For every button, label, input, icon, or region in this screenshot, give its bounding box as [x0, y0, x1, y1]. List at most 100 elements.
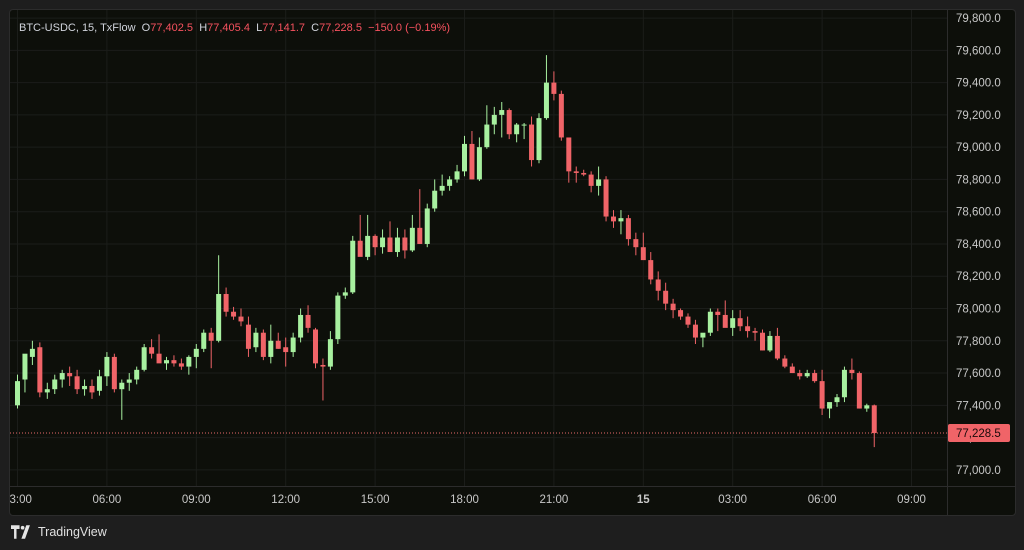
candle-body [566, 137, 572, 172]
candle-body [715, 311, 721, 315]
candle-body [804, 373, 810, 377]
candle-body [611, 216, 616, 222]
y-tick-label: 79,200.0 [956, 110, 1001, 122]
candle-body [223, 293, 229, 312]
candle-body [350, 240, 356, 293]
candle-body [432, 190, 438, 209]
x-tick-label: 15:00 [361, 494, 390, 506]
candle-body [29, 348, 35, 357]
candle-body [44, 389, 50, 393]
candle-body [327, 339, 333, 367]
y-tick-label: 78,000.0 [956, 304, 1001, 316]
x-tick-label: 09:00 [897, 494, 926, 506]
candle-body [37, 347, 43, 393]
candle-body [558, 93, 564, 138]
candle-body [447, 179, 453, 186]
chart-frame: 77,000.077,200.077,400.077,600.077,800.0… [9, 9, 1016, 516]
candle-body [722, 314, 728, 328]
y-tick-label: 77,800.0 [956, 336, 1001, 348]
candle-body [372, 235, 378, 248]
candle-body [52, 379, 58, 390]
close-value: 77,228.5 [319, 22, 362, 34]
candle-body [841, 369, 847, 398]
candle-body [603, 179, 609, 217]
candle-body [409, 227, 415, 251]
candle-body [22, 353, 28, 380]
candle-body [551, 82, 557, 94]
candle-body [797, 373, 803, 377]
candle-body [655, 279, 661, 291]
candle-body [760, 332, 765, 351]
candle-body [201, 332, 207, 349]
x-tick-label: 06:00 [808, 494, 837, 506]
candle-body [193, 348, 199, 357]
candle-body [506, 110, 512, 135]
candle-body [186, 356, 192, 367]
candle-body [864, 405, 870, 409]
candle-body [536, 118, 542, 161]
candle-body [119, 382, 125, 390]
candle-body [208, 332, 214, 341]
y-tick-label: 79,800.0 [956, 13, 1001, 25]
candle-body [417, 227, 423, 244]
candle-body [827, 402, 833, 409]
candle-body [692, 324, 698, 338]
candle-body [856, 373, 862, 409]
candle-body [678, 310, 684, 317]
candle-body [104, 356, 110, 377]
candle-body [238, 316, 244, 322]
candle-body [59, 373, 65, 380]
candlestick-chart[interactable]: 77,000.077,200.077,400.077,600.077,800.0… [10, 10, 1015, 515]
open-label: O [141, 22, 151, 34]
candle-body [424, 208, 430, 244]
tradingview-logo-icon [11, 525, 30, 539]
candle-body [283, 347, 289, 353]
candle-body [521, 124, 527, 126]
candle-body [819, 381, 825, 409]
candle-body [126, 379, 132, 383]
candle-body [596, 179, 602, 186]
candle-body [514, 124, 520, 135]
candle-body [245, 324, 251, 349]
candle-body [357, 240, 363, 257]
candles [15, 55, 877, 448]
tradingview-footer[interactable]: TradingView [11, 523, 107, 541]
x-tick-label: 21:00 [540, 494, 569, 506]
candle-body [342, 292, 348, 296]
candle-body [275, 340, 281, 349]
candle-body [380, 237, 386, 248]
low-value: 77,141.7 [262, 22, 306, 34]
candle-body [849, 369, 855, 374]
candle-body [529, 124, 535, 161]
x-tick-label: 03:00 [10, 494, 32, 506]
candle-body [439, 185, 445, 191]
candle-body [737, 318, 743, 327]
candle-body [491, 114, 497, 125]
x-tick-label: 06:00 [93, 494, 122, 506]
candle-body [782, 358, 788, 367]
candle-body [730, 318, 736, 328]
candle-body [253, 332, 259, 348]
candle-body [663, 290, 669, 304]
symbol-label[interactable]: BTC-USDC, 15, TxFlow [19, 22, 136, 34]
x-tick-label: 18:00 [450, 494, 479, 506]
open-value: 77,402.5 [150, 22, 194, 34]
candle-body [394, 237, 400, 253]
candle-body [633, 239, 639, 248]
candle-body [700, 332, 706, 338]
candle-body [834, 397, 840, 403]
candle-body [305, 314, 311, 328]
candle-body [111, 356, 117, 390]
candle-body [581, 172, 587, 175]
y-tick-label: 79,000.0 [956, 142, 1001, 154]
candle-body [164, 360, 169, 364]
candle-body [216, 293, 222, 341]
y-tick-label: 78,600.0 [956, 207, 1001, 219]
candle-body [484, 124, 490, 148]
candle-body [462, 143, 467, 172]
axes: 77,000.077,200.077,400.077,600.077,800.0… [10, 10, 1015, 515]
candle-body [156, 353, 162, 364]
candle-body [313, 329, 318, 364]
candle-body [171, 360, 177, 364]
high-value: 77,405.4 [207, 22, 250, 34]
